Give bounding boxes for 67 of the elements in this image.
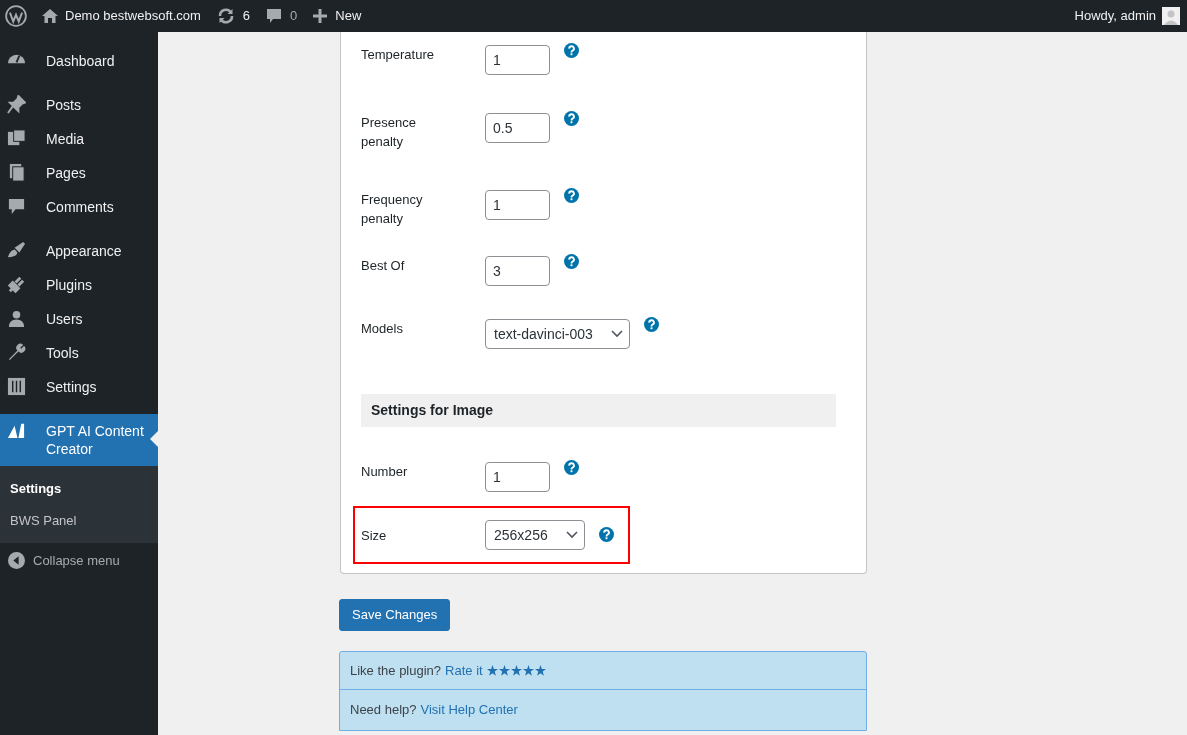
updates-link[interactable]: 6 — [216, 6, 251, 26]
field-label: Models — [361, 320, 404, 338]
number-field[interactable]: 1 — [485, 462, 550, 492]
number-field[interactable]: 1 — [485, 190, 550, 220]
home-icon — [41, 8, 59, 24]
comments-link[interactable]: 0 — [266, 6, 298, 26]
info-text: Like the plugin? — [350, 661, 442, 680]
submenu-item[interactable]: BWS Panel — [0, 504, 158, 536]
field-label: Frequency penalty — [361, 191, 424, 228]
menu-pointer-icon — [150, 431, 158, 447]
user-icon — [7, 309, 26, 328]
number-field[interactable]: 3 — [485, 256, 550, 286]
refresh-icon — [216, 7, 235, 25]
sidebar-item[interactable]: Appearance — [0, 234, 158, 268]
submenu-item[interactable]: Settings — [0, 473, 158, 505]
circle-left-icon — [8, 552, 25, 570]
sliders-icon — [7, 377, 26, 396]
help-center-link[interactable]: Visit Help Center — [420, 700, 518, 720]
chevron-down-icon — [565, 531, 578, 539]
sidebar-item[interactable]: Dashboard — [0, 44, 158, 78]
plus-icon — [313, 9, 328, 23]
help-icon — [564, 43, 579, 58]
mountain-icon — [7, 421, 26, 440]
pages-icon — [7, 163, 26, 182]
sidebar-item[interactable]: Comments — [0, 190, 158, 224]
speech-bubble-icon — [7, 197, 26, 216]
dropdown[interactable]: 256x256 — [485, 520, 585, 550]
star-rating[interactable] — [486, 665, 546, 676]
wordpress-logo-icon[interactable] — [5, 5, 27, 27]
field-label: Temperature — [361, 46, 435, 64]
field-label: Number — [361, 463, 409, 481]
help-icon — [564, 254, 579, 269]
account-link[interactable]: Howdy, admin — [1074, 6, 1180, 26]
dropdown[interactable]: text-davinci-003 — [485, 319, 630, 349]
sidebar-item[interactable]: Posts — [0, 88, 158, 122]
help-icon — [598, 526, 614, 542]
field-label: Best Of — [361, 257, 406, 275]
save-changes-button[interactable]: Save Changes — [339, 599, 451, 631]
plug-icon — [7, 275, 26, 294]
number-field[interactable]: 0.5 — [485, 113, 550, 143]
sidebar-item[interactable]: Tools — [0, 336, 158, 370]
help-icon — [564, 111, 579, 126]
images-icon — [7, 129, 26, 148]
pushpin-icon — [7, 95, 26, 114]
sidebar-item[interactable]: Settings — [0, 370, 158, 404]
collapse-menu-button[interactable]: Collapse menu — [0, 543, 158, 579]
sidebar-item[interactable]: Plugins — [0, 268, 158, 302]
avatar-icon — [1162, 7, 1180, 25]
section-title: Settings for Image — [371, 401, 494, 420]
field-label: Presence penalty — [361, 114, 417, 151]
help-icon — [643, 317, 659, 332]
chevron-down-icon — [610, 330, 623, 338]
number-field[interactable]: 1 — [485, 45, 550, 75]
new-link[interactable]: New — [313, 6, 362, 26]
sidebar-item[interactable]: Pages — [0, 156, 158, 190]
sidebar-item[interactable]: Media — [0, 122, 158, 156]
rate-link[interactable]: Rate it — [445, 660, 483, 681]
help-icon — [564, 460, 579, 475]
speech-bubble-icon — [266, 8, 283, 24]
sidebar-item[interactable]: GPT AI Content Creator — [0, 414, 158, 466]
site-link[interactable]: Demo bestwebsoft.com — [41, 6, 201, 26]
wrench-icon — [7, 343, 26, 362]
sidebar-item[interactable]: Users — [0, 302, 158, 336]
field-label: Size — [361, 526, 388, 545]
help-icon — [564, 188, 579, 203]
info-text: Need help? — [350, 701, 417, 720]
paintbrush-icon — [7, 241, 26, 260]
